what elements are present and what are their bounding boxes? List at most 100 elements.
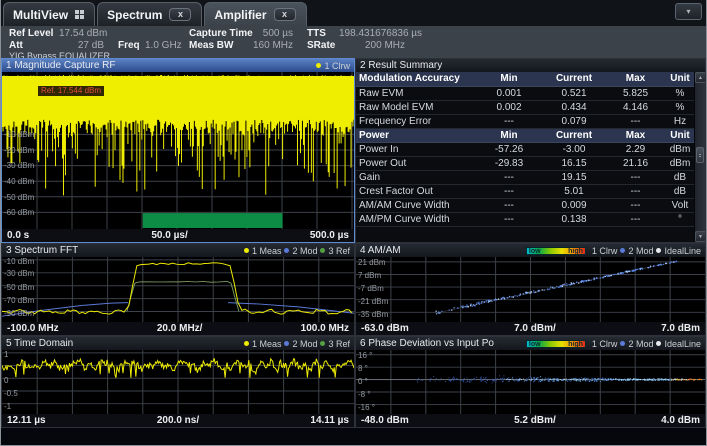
att-value: 27 dB xyxy=(61,40,104,51)
tab-multiview[interactable]: MultiView xyxy=(3,2,95,26)
x-scale: 7.0 dBm/ xyxy=(514,323,556,334)
table-row: Frequency Error---0.079---Hz xyxy=(356,114,697,128)
srate-value: 200 MHz xyxy=(353,40,405,51)
att-label: Att xyxy=(9,40,23,51)
panel3-header[interactable]: 3 Spectrum FFT 1 Meas 2 Mod 3 Ref xyxy=(2,244,354,257)
ref-level-marker: Ref. 17.544 dBm xyxy=(38,86,104,96)
scroll-up-icon[interactable]: ▲ xyxy=(695,72,706,83)
ref-level-value: 17.54 dBm xyxy=(59,28,107,39)
meas-bw-value: 160 MHz xyxy=(251,40,293,51)
y-axis-label: -50 dBm xyxy=(4,283,34,292)
panel4-title: 4 AM/AM xyxy=(360,245,401,256)
panel2-title: 2 Result Summary xyxy=(360,60,442,71)
tab-spectrum-label: Spectrum xyxy=(107,8,162,22)
panel-phase-deviation: 6 Phase Deviation vs Input Po low high 1… xyxy=(355,336,706,428)
ref-trace-dot-icon xyxy=(320,248,325,253)
ref-level-label: Ref Level xyxy=(9,28,53,39)
meas-trace-dot-icon xyxy=(244,248,249,253)
ideal-line-dot-icon xyxy=(656,341,661,346)
scroll-down-icon[interactable]: ▼ xyxy=(695,231,706,242)
tts-value: 198.431676836 µs xyxy=(339,28,422,39)
y-axis-label: 21 dBm xyxy=(358,258,386,267)
panel6-header[interactable]: 6 Phase Deviation vs Input Po low high 1… xyxy=(356,337,705,350)
ref-trace-dot-icon xyxy=(320,341,325,346)
y-axis-label: -60 dBm xyxy=(4,208,34,217)
close-icon[interactable]: x xyxy=(169,8,191,21)
tab-bar: MultiView Spectrum x Amplifier x ▾ xyxy=(1,0,706,26)
x-stop: 4.0 dBm xyxy=(661,415,700,426)
panel4-header[interactable]: 4 AM/AM low high 1 Clrw 2 Mod IdealLine xyxy=(356,244,705,257)
panel1-xaxis: 0.0 s 50.0 µs/ 500.0 µs xyxy=(2,229,354,242)
table-row: Gain---19.15---dB xyxy=(356,170,697,184)
table-row: AM/PM Curve Width---0.138---° xyxy=(356,212,697,226)
phase-deviation-plot: 16 ° 8 ° 0 ° -8 ° -16 ° xyxy=(356,350,705,414)
x-scale: 5.2 dBm/ xyxy=(514,415,556,426)
table-row: AM/AM Curve Width---0.009---Volt xyxy=(356,198,697,212)
x-stop: 14.11 µs xyxy=(310,415,349,426)
table-row: Crest Factor Out---5.01---dB xyxy=(356,184,697,198)
scrollbar-thumb[interactable] xyxy=(696,147,704,163)
y-axis-label: -21 dBm xyxy=(358,297,388,306)
y-axis-label: -50 dBm xyxy=(4,193,34,202)
x-start: 0.0 s xyxy=(7,230,29,241)
toolbar-dropdown-button[interactable]: ▾ xyxy=(675,3,702,20)
panel3-trace-legend: 1 Meas 2 Mod 3 Ref xyxy=(244,246,350,256)
panel2-header[interactable]: 2 Result Summary xyxy=(356,59,705,72)
x-stop: 100.0 MHz xyxy=(301,323,349,334)
trace1-dot-icon xyxy=(316,63,321,68)
table-row: Power Out-29.8316.1521.16dBm xyxy=(356,156,697,170)
y-axis-label: 0 xyxy=(4,376,8,385)
ideal-line-dot-icon xyxy=(656,248,661,253)
y-axis-label: -30 dBm xyxy=(4,269,34,278)
mod-trace-dot-icon xyxy=(284,341,289,346)
y-axis-label: -20 dBm xyxy=(4,146,34,155)
panel4-xaxis: -63.0 dBm 7.0 dBm/ 7.0 dBm xyxy=(356,322,705,335)
freq-value: 1.0 GHz xyxy=(145,40,182,51)
y-axis-label: -16 ° xyxy=(358,403,375,412)
panel-time-domain: 5 Time Domain 1 Meas 2 Mod 3 Ref 1 0 -0.… xyxy=(1,336,355,428)
panel-am-am: 4 AM/AM low high 1 Clrw 2 Mod IdealLine … xyxy=(355,243,706,336)
y-axis-label: 1 xyxy=(4,350,8,359)
panel5-header[interactable]: 5 Time Domain 1 Meas 2 Mod 3 Ref xyxy=(2,337,354,350)
freq-label: Freq xyxy=(118,40,140,51)
panel1-trace-legend: 1 Clrw xyxy=(316,61,350,71)
capture-time-label: Capture Time xyxy=(189,28,253,39)
y-axis-label: -10 dBm xyxy=(4,130,34,139)
status-bar xyxy=(1,428,706,445)
x-start: -63.0 dBm xyxy=(361,323,409,334)
x-scale: 200.0 ns/ xyxy=(157,415,199,426)
table-scrollbar[interactable]: ▲ ▼ xyxy=(694,72,705,242)
panel1-header[interactable]: 1 Magnitude Capture RF 1 Clrw xyxy=(2,59,354,72)
panel5-trace-legend: 1 Meas 2 Mod 3 Ref xyxy=(244,339,350,349)
y-axis-label: -7 dBm xyxy=(358,284,384,293)
tab-amplifier[interactable]: Amplifier x xyxy=(204,2,306,26)
y-axis-label: -70 dBm xyxy=(4,296,34,305)
meas-trace-dot-icon xyxy=(244,341,249,346)
panel1-title: 1 Magnitude Capture RF xyxy=(6,60,116,71)
x-stop: 500.0 µs xyxy=(310,230,349,241)
x-start: -48.0 dBm xyxy=(361,415,409,426)
tab-amplifier-label: Amplifier xyxy=(214,8,266,22)
y-axis-label: 7 dBm xyxy=(358,271,381,280)
spectrum-fft-svg xyxy=(2,257,354,322)
close-icon[interactable]: x xyxy=(274,8,296,21)
y-axis-label: -90 dBm xyxy=(4,309,34,318)
result-summary-table: Modulation Accuracy Min Current Max Unit… xyxy=(356,72,697,227)
am-am-svg xyxy=(356,257,705,322)
panel5-title: 5 Time Domain xyxy=(6,338,73,349)
x-scale: 50.0 µs/ xyxy=(151,230,187,241)
tab-spectrum[interactable]: Spectrum x xyxy=(97,2,202,26)
meas-bw-label: Meas BW xyxy=(189,40,233,51)
y-axis-label: -8 ° xyxy=(358,390,371,399)
panel-grid: 1 Magnitude Capture RF 1 Clrw Ref. 17.54… xyxy=(1,58,706,428)
srate-label: SRate xyxy=(307,40,335,51)
panel6-trace-legend: 1 Clrw 2 Mod IdealLine xyxy=(592,339,701,349)
magnitude-capture-plot: Ref. 17.544 dBm -10 dBm -20 dBm -30 dBm … xyxy=(2,72,354,229)
x-start: 12.11 µs xyxy=(7,415,46,426)
y-axis-label: 16 ° xyxy=(358,351,372,360)
y-axis-label: 0 ° xyxy=(358,377,368,386)
x-start: -100.0 MHz xyxy=(7,323,59,334)
table-row: Raw EVM0.0010.5215.825% xyxy=(356,86,697,100)
tts-label: TTS xyxy=(307,28,326,39)
multiview-grid-icon xyxy=(75,10,84,19)
